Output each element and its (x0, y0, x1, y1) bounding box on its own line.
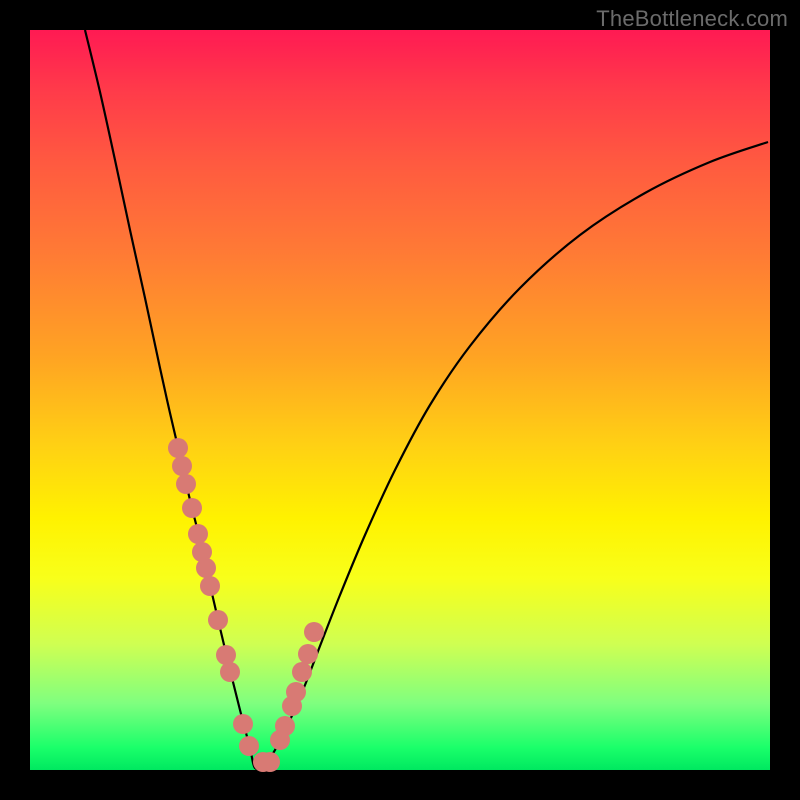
marker-group (168, 438, 324, 772)
plot-area (30, 30, 770, 770)
marker-dot (216, 645, 236, 665)
marker-dot (220, 662, 240, 682)
marker-dot (292, 662, 312, 682)
marker-dot (286, 682, 306, 702)
marker-dot (304, 622, 324, 642)
marker-dot (176, 474, 196, 494)
marker-dot (172, 456, 192, 476)
watermark-text: TheBottleneck.com (596, 6, 788, 32)
marker-dot (275, 716, 295, 736)
marker-dot (298, 644, 318, 664)
marker-dot (188, 524, 208, 544)
chart-frame: TheBottleneck.com (0, 0, 800, 800)
marker-dot (208, 610, 228, 630)
marker-dot (239, 736, 259, 756)
marker-dot (196, 558, 216, 578)
marker-dot (233, 714, 253, 734)
marker-dot (168, 438, 188, 458)
marker-dot (260, 752, 280, 772)
bottleneck-curve (85, 30, 768, 769)
curve-svg (30, 30, 770, 770)
marker-dot (200, 576, 220, 596)
marker-dot (182, 498, 202, 518)
